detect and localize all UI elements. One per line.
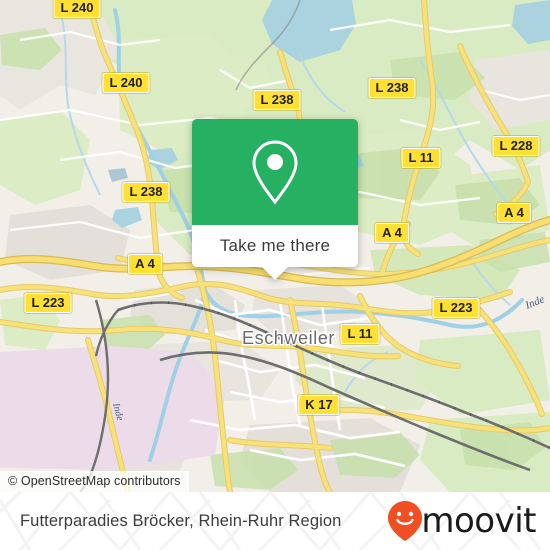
road-shield: K 17	[298, 395, 340, 415]
road-shield: L 238	[368, 78, 416, 98]
road-shield: A 4	[375, 223, 409, 243]
take-me-there-button[interactable]: Take me there	[192, 225, 358, 280]
road-shield: L 240	[53, 0, 101, 18]
footer-bar: Futterparadies Bröcker, Rhein-Ruhr Regio…	[0, 492, 550, 550]
moovit-pin-smiley-icon	[388, 501, 423, 541]
road-shield: L 228	[492, 136, 540, 156]
place-label-eschweiler: Eschweiler	[242, 328, 335, 348]
road-shield-label: A 4	[382, 225, 402, 240]
road-shield-label: L 228	[499, 138, 533, 153]
road-shield-label: L 223	[439, 300, 473, 315]
road-shield-label: K 17	[305, 397, 333, 412]
road-shield: L 11	[401, 148, 441, 168]
road-shield: L 240	[102, 73, 150, 93]
footer-location-title: Futterparadies Bröcker, Rhein-Ruhr Regio…	[20, 511, 342, 530]
road-shield-label: L 238	[260, 92, 294, 107]
road-shield: L 11	[340, 324, 380, 344]
road-shield-label: L 223	[31, 295, 65, 310]
road-shield: A 4	[128, 254, 162, 274]
road-shield: L 223	[24, 293, 72, 313]
callout-pin-panel	[192, 119, 358, 225]
road-shield-label: L 238	[375, 80, 409, 95]
road-shield-label: L 11	[347, 326, 373, 341]
road-shield-label: L 11	[408, 150, 434, 165]
take-me-there-label: Take me there	[219, 236, 331, 255]
moovit-brand-name: moovit	[421, 501, 536, 541]
road-shield-label: A 4	[135, 256, 155, 271]
road-shield-label: L 240	[60, 0, 94, 15]
road-shield: A 4	[497, 203, 531, 223]
road-shield: L 238	[122, 182, 170, 202]
location-callout-card[interactable]: Take me there	[192, 119, 358, 280]
road-shield-label: A 4	[504, 205, 524, 220]
moovit-map-screenshot: Eschweiler Inde Inde L 240 L 240 L 238 L 23…	[0, 0, 550, 550]
location-pin-icon	[252, 140, 298, 205]
road-shield: L 223	[432, 298, 480, 318]
moovit-brand-logo[interactable]: moovit	[387, 500, 536, 542]
road-shield-label: L 238	[129, 184, 163, 199]
road-shield-label: L 240	[109, 75, 143, 90]
callout-tail-pointer	[262, 267, 288, 280]
map-attribution: © OpenStreetMap contributors	[0, 471, 189, 492]
road-shield: L 238	[253, 90, 301, 110]
